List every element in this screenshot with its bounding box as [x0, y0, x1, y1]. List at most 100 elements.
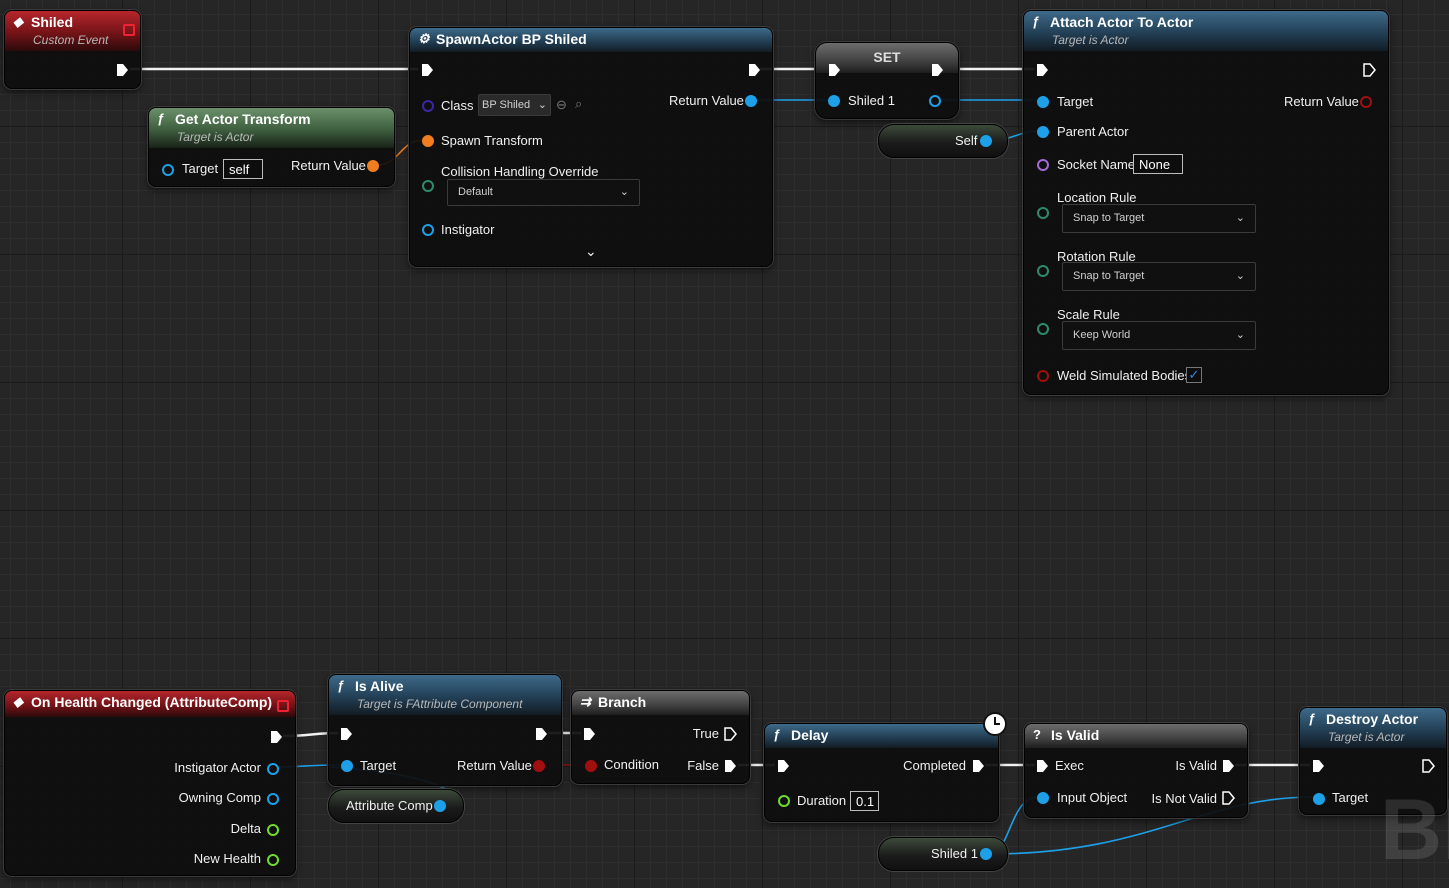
target-pin[interactable]: [162, 164, 174, 176]
spawn-transform-pin[interactable]: [422, 135, 434, 147]
set-node[interactable]: SET Shiled 1: [815, 42, 959, 119]
return-value-pin[interactable]: [745, 95, 757, 107]
is-valid-node[interactable]: ? Is Valid Exec Is Valid Input Object Is …: [1024, 723, 1248, 818]
location-rule-dropdown[interactable]: Snap to Target ⌄: [1062, 204, 1256, 233]
collision-dropdown[interactable]: Default ⌄: [447, 179, 640, 206]
get-actor-transform-node[interactable]: ƒ Get Actor Transform Target is Actor Tar…: [148, 107, 395, 187]
search-icon[interactable]: ⌕: [575, 96, 582, 112]
collision-pin[interactable]: [422, 180, 434, 192]
exec-out-pin[interactable]: [747, 63, 761, 77]
condition-label: Condition: [604, 757, 659, 772]
browse-arrow-icon[interactable]: ⊖: [556, 97, 567, 113]
return-value-label: Return Value: [291, 158, 366, 173]
location-rule-pin[interactable]: [1037, 207, 1049, 219]
node-title: SpawnActor BP Shiled: [436, 31, 587, 47]
attach-actor-node[interactable]: ƒ Attach Actor To Actor Target is Actor T…: [1023, 10, 1389, 395]
weld-checkbox[interactable]: ✓: [1186, 367, 1202, 383]
health-changed-event-node[interactable]: ◆ On Health Changed (AttributeComp) Insti…: [4, 690, 296, 876]
function-icon: ƒ: [1032, 14, 1040, 29]
class-dropdown[interactable]: BP Shiled ⌄: [478, 94, 551, 116]
exec-in-pin[interactable]: [339, 727, 353, 741]
duration-input[interactable]: 0.1: [850, 791, 879, 811]
exec-out-pin[interactable]: [534, 727, 548, 741]
instigator-pin[interactable]: [422, 224, 434, 236]
exec-in-pin[interactable]: [827, 63, 841, 77]
owning-comp-pin[interactable]: [267, 793, 279, 805]
true-exec-pin[interactable]: [723, 727, 737, 741]
delta-pin[interactable]: [267, 824, 279, 836]
duration-pin[interactable]: [778, 795, 790, 807]
exec-out-pin[interactable]: [1362, 63, 1376, 77]
condition-pin[interactable]: [585, 760, 597, 772]
target-pin[interactable]: [341, 760, 353, 772]
exec-out-pin[interactable]: [1421, 759, 1435, 773]
rotation-rule-pin[interactable]: [1037, 265, 1049, 277]
instigator-actor-label: Instigator Actor: [174, 760, 261, 775]
branch-node[interactable]: ⇉ Branch True Condition False: [571, 690, 750, 784]
class-label: Class: [441, 98, 474, 113]
delegate-pin-icon[interactable]: [123, 24, 135, 36]
owning-comp-label: Owning Comp: [178, 790, 261, 805]
exec-in-pin[interactable]: [1311, 759, 1325, 773]
self-node[interactable]: Self: [878, 124, 1008, 158]
target-input[interactable]: self: [223, 159, 263, 179]
target-pin[interactable]: [1313, 793, 1325, 805]
node-subtitle: Target is FAttribute Component: [357, 697, 523, 711]
is-alive-node[interactable]: ƒ Is Alive Target is FAttribute Component…: [328, 674, 562, 786]
node-header: ƒ Attach Actor To Actor Target is Actor: [1024, 11, 1388, 51]
exec-out-pin[interactable]: [115, 63, 129, 77]
spawn-actor-node[interactable]: ⚙ SpawnActor BP Shiled Class BP Shiled ⌄ …: [409, 27, 773, 267]
node-title: Branch: [598, 694, 647, 710]
exec-in-pin[interactable]: [420, 63, 434, 77]
delegate-pin-icon[interactable]: [277, 700, 289, 712]
shiled-var-node[interactable]: Shiled 1: [878, 837, 1008, 871]
self-pin[interactable]: [980, 135, 992, 147]
socket-name-pin[interactable]: [1037, 159, 1049, 171]
instigator-actor-pin[interactable]: [267, 763, 279, 775]
shiled-input-pin[interactable]: [828, 95, 840, 107]
rotation-rule-dropdown[interactable]: Snap to Target ⌄: [1062, 262, 1256, 291]
is-valid-exec-pin[interactable]: [1221, 759, 1235, 773]
parent-actor-pin[interactable]: [1037, 126, 1049, 138]
rotation-rule-value: Snap to Target: [1073, 270, 1145, 282]
scale-rule-dropdown[interactable]: Keep World ⌄: [1062, 321, 1256, 350]
event-icon: ◆: [13, 14, 23, 29]
input-object-pin[interactable]: [1037, 792, 1049, 804]
chevron-down-icon: ⌄: [537, 99, 547, 111]
shiled-output-pin[interactable]: [929, 95, 941, 107]
exec-in-pin[interactable]: [582, 727, 596, 741]
exec-out-pin[interactable]: [930, 63, 944, 77]
exec-label: Exec: [1055, 758, 1084, 773]
return-value-pin[interactable]: [533, 760, 545, 772]
return-value-pin[interactable]: [367, 160, 379, 172]
shiled-event-node[interactable]: ◆ Shiled Custom Event: [4, 10, 141, 89]
scale-rule-pin[interactable]: [1037, 323, 1049, 335]
delay-node[interactable]: ƒ Delay Completed Duration 0.1: [764, 723, 999, 822]
return-value-label: Return Value: [457, 758, 532, 773]
return-value-pin[interactable]: [1360, 96, 1372, 108]
exec-out-pin[interactable]: [269, 730, 283, 744]
completed-exec-pin[interactable]: [971, 759, 985, 773]
collision-label: Collision Handling Override: [441, 164, 599, 179]
exec-in-pin[interactable]: [776, 759, 790, 773]
attribute-comp-node[interactable]: Attribute Comp: [328, 789, 464, 823]
function-icon: ƒ: [1308, 711, 1316, 726]
input-object-label: Input Object: [1057, 790, 1128, 805]
target-pin[interactable]: [1037, 96, 1049, 108]
is-not-valid-exec-pin[interactable]: [1221, 791, 1235, 805]
weld-pin[interactable]: [1037, 370, 1049, 382]
node-subtitle: Custom Event: [33, 33, 109, 47]
node-title: Get Actor Transform: [175, 111, 311, 127]
false-exec-pin[interactable]: [723, 759, 737, 773]
exec-in-pin[interactable]: [1035, 759, 1049, 773]
expand-chevron-icon[interactable]: ⌄: [585, 243, 597, 260]
new-health-pin[interactable]: [267, 854, 279, 866]
attribute-comp-pin[interactable]: [434, 800, 446, 812]
shiled-var-pin[interactable]: [980, 848, 992, 860]
spawn-icon: ⚙: [418, 31, 430, 46]
exec-in-pin[interactable]: [1035, 63, 1049, 77]
socket-name-input[interactable]: None: [1133, 154, 1183, 174]
class-pin[interactable]: [422, 100, 434, 112]
node-subtitle: Target is Actor: [1052, 33, 1129, 47]
collision-value: Default: [458, 186, 493, 198]
